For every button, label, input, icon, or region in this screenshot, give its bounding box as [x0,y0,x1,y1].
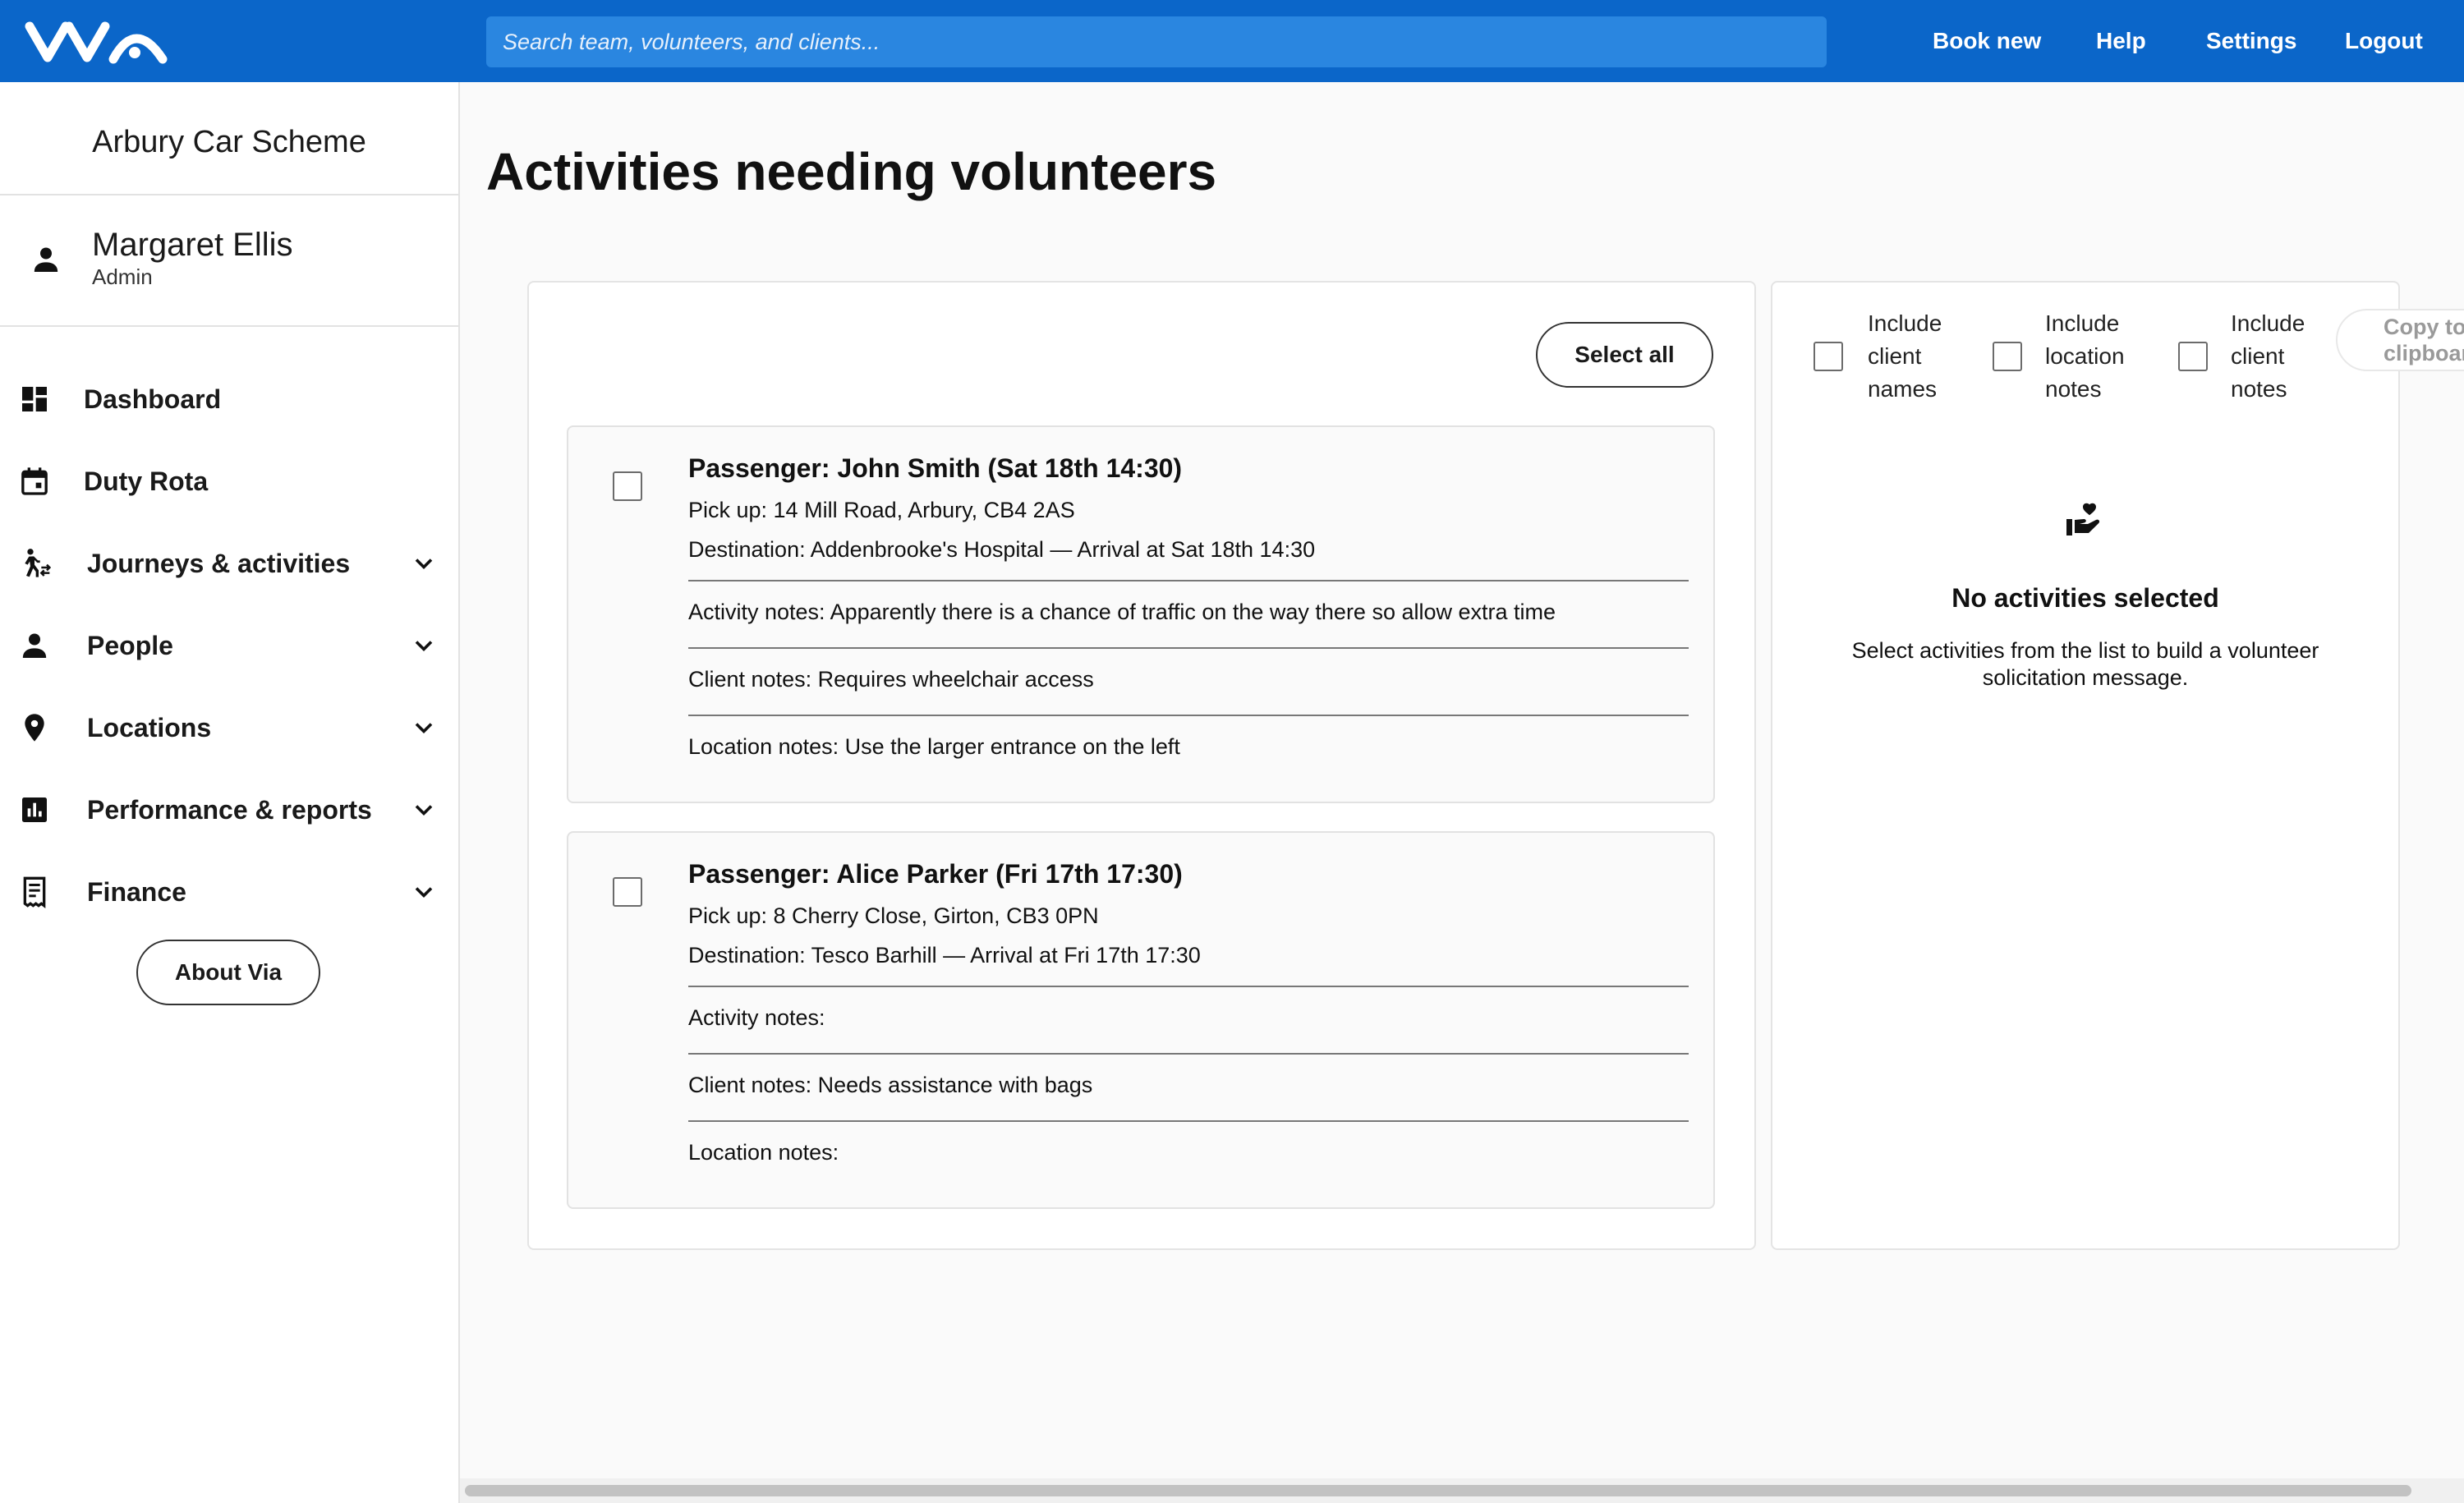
about-via-button[interactable]: About Via [136,940,320,1005]
divider [688,647,1689,649]
scrollbar-thumb[interactable] [465,1485,2411,1496]
sidebar-item-duty-rota[interactable]: Duty Rota [0,448,458,514]
activity-card: Passenger: Alice Parker (Fri 17th 17:30)… [567,831,1715,1209]
book-new-link[interactable]: Book new [1933,25,2041,57]
dashboard-icon [22,387,47,411]
person-icon [34,247,58,272]
user-name: Margaret Ellis [92,227,293,263]
sidebar-item-performance-reports[interactable]: Performance & reports [0,777,458,843]
activity-destination: Destination: Addenbrooke's Hospital — Ar… [688,537,1316,562]
copy-to-clipboard-button[interactable]: Copy to clipboard [2336,309,2464,371]
search-bar [486,16,1827,67]
divider [688,986,1689,987]
empty-state-title: No activities selected [1951,583,2219,613]
activity-notes: Activity notes: [688,1005,825,1030]
top-bar: Book new Help Settings Logout [0,0,2464,82]
sidebar-divider [0,325,458,327]
include-location-notes-label[interactable]: Include location notes [2045,307,2168,406]
volunteer-hand-heart-icon [2066,503,2100,535]
include-client-notes-checkbox[interactable] [2178,342,2208,371]
activity-title: Passenger: Alice Parker (Fri 17th 17:30) [688,859,1183,889]
logout-link[interactable]: Logout [2345,25,2423,57]
location-notes: Location notes: [688,1140,839,1165]
include-client-names-checkbox[interactable] [1814,342,1843,371]
chevron-down-icon[interactable] [409,877,439,907]
divider [688,1120,1689,1122]
chevron-down-icon[interactable] [409,795,439,825]
calendar-icon [21,467,48,495]
sidebar-item-label: Locations [87,713,212,742]
sidebar-item-label: Dashboard [84,384,222,414]
include-location-notes-checkbox[interactable] [1993,342,2022,371]
location-notes: Location notes: Use the larger entrance … [688,734,1180,759]
activity-checkbox[interactable] [613,471,642,501]
receipt-icon [23,876,46,908]
divider [688,1053,1689,1055]
sidebar-divider [0,194,458,195]
search-input[interactable] [501,28,1812,56]
settings-link[interactable]: Settings [2206,25,2296,57]
chevron-down-icon[interactable] [409,631,439,660]
activity-title: Passenger: John Smith (Sat 18th 14:30) [688,453,1183,483]
sidebar-item-journeys-activities[interactable]: Journeys & activities [0,531,458,596]
bar-chart-icon [22,797,47,822]
sidebar-item-people[interactable]: People [0,613,458,678]
activity-destination: Destination: Tesco Barhill — Arrival at … [688,943,1201,968]
chevron-down-icon[interactable] [409,713,439,742]
sidebar-item-label: Performance & reports [87,795,372,825]
sidebar-item-finance[interactable]: Finance [0,859,458,925]
sidebar-item-label: Finance [87,877,186,907]
via-logo[interactable] [25,16,172,66]
divider [688,580,1689,581]
sidebar-item-label: Journeys & activities [87,549,351,578]
client-notes: Client notes: Needs assistance with bags [688,1073,1093,1097]
sidebar-item-dashboard[interactable]: Dashboard [0,366,458,432]
user-role: Admin [92,264,153,289]
divider [688,715,1689,716]
sidebar: Arbury Car Scheme Margaret Ellis Admin D… [0,82,460,1503]
empty-state-text: Select activities from the list to build… [1851,638,2319,690]
activity-pickup: Pick up: 8 Cherry Close, Girton, CB3 0PN [688,903,1099,928]
message-builder-panel [1771,281,2400,1250]
activity-card: Passenger: John Smith (Sat 18th 14:30) P… [567,425,1715,803]
select-all-button[interactable]: Select all [1536,322,1713,388]
help-link[interactable]: Help [2096,25,2146,57]
sidebar-item-label: Duty Rota [84,467,209,496]
chevron-down-icon[interactable] [409,549,439,578]
include-client-notes-label[interactable]: Include client notes [2231,307,2329,406]
walking-icon [25,549,51,577]
horizontal-scrollbar[interactable] [460,1478,2464,1503]
activity-pickup: Pick up: 14 Mill Road, Arbury, CB4 2AS [688,498,1075,522]
client-notes: Client notes: Requires wheelchair access [688,667,1094,692]
location-pin-icon [25,714,44,742]
sidebar-item-locations[interactable]: Locations [0,695,458,761]
person-icon [22,633,47,658]
sidebar-item-label: People [87,631,173,660]
organisation-name: Arbury Car Scheme [92,125,366,159]
activity-notes: Activity notes: Apparently there is a ch… [688,600,1556,624]
page-title: Activities needing volunteers [486,142,1217,201]
include-client-names-label[interactable]: Include client names [1868,307,1991,406]
activity-checkbox[interactable] [613,877,642,907]
